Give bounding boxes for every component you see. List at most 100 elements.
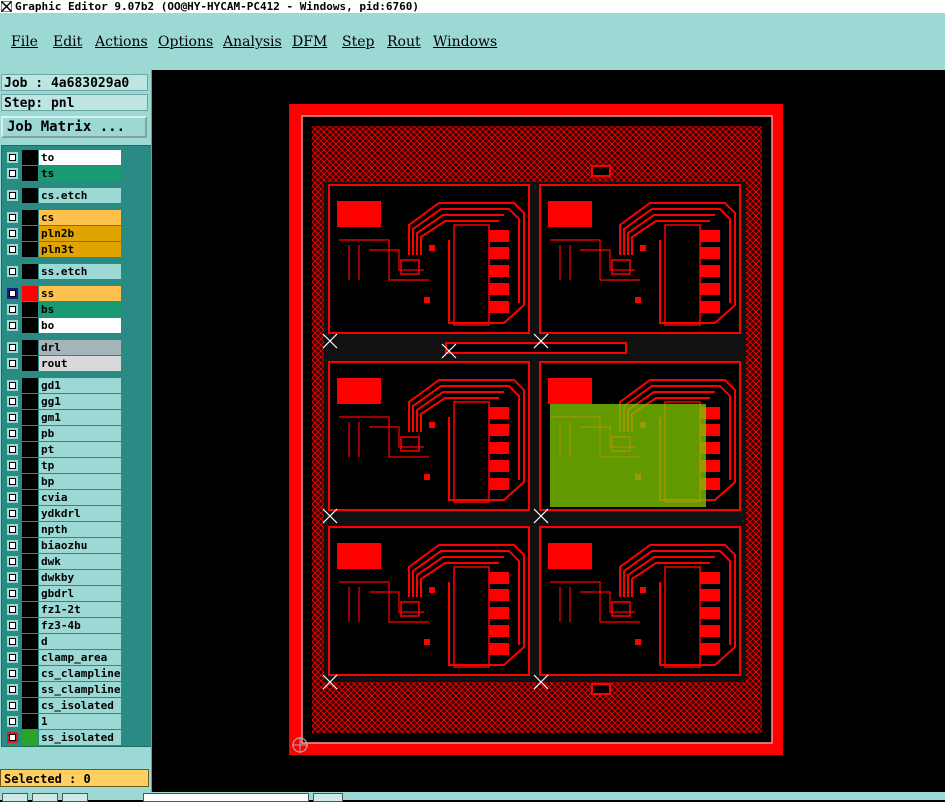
layer-checkbox[interactable] (7, 700, 18, 711)
layer-swatch[interactable] (22, 318, 38, 333)
layer-checkbox[interactable] (7, 684, 18, 695)
layer-checkbox[interactable] (7, 716, 18, 727)
layer-name[interactable]: npth (39, 522, 121, 537)
layer-name[interactable]: ss (39, 286, 121, 301)
layer-name[interactable]: ss_isolated (39, 730, 121, 745)
layer-swatch[interactable] (22, 442, 38, 457)
layer-row[interactable]: ts (5, 166, 121, 181)
menu-step[interactable]: Step (342, 34, 374, 50)
layer-swatch[interactable] (22, 458, 38, 473)
layer-swatch[interactable] (22, 166, 38, 181)
layer-row[interactable]: clamp_area (5, 650, 121, 665)
layer-checkbox[interactable] (7, 266, 18, 277)
layer-checkbox[interactable] (7, 304, 18, 315)
layer-row[interactable]: dwkby (5, 570, 121, 585)
layer-row[interactable]: rout (5, 356, 121, 371)
layer-swatch[interactable] (22, 602, 38, 617)
layer-checkbox[interactable] (7, 396, 18, 407)
layer-name[interactable]: ydkdrl (39, 506, 121, 521)
layer-swatch[interactable] (22, 242, 38, 257)
layer-checkbox[interactable] (7, 342, 18, 353)
layer-row[interactable]: pt (5, 442, 121, 457)
layer-swatch[interactable] (22, 264, 38, 279)
layer-row[interactable]: pb (5, 426, 121, 441)
layer-row[interactable]: tp (5, 458, 121, 473)
layer-checkbox[interactable] (7, 588, 18, 599)
layer-row[interactable]: ss_clampline (5, 682, 121, 697)
layer-checkbox[interactable] (7, 244, 18, 255)
layer-row[interactable]: fz3-4b (5, 618, 121, 633)
layer-swatch[interactable] (22, 714, 38, 729)
layer-swatch[interactable] (22, 302, 38, 317)
layer-swatch[interactable] (22, 650, 38, 665)
layer-swatch[interactable] (22, 666, 38, 681)
layer-row[interactable]: cs.etch (5, 188, 121, 203)
layer-name[interactable]: drl (39, 340, 121, 355)
layer-checkbox[interactable] (7, 412, 18, 423)
layer-name[interactable]: clamp_area (39, 650, 121, 665)
layer-checkbox[interactable] (7, 492, 18, 503)
layer-name[interactable]: gd1 (39, 378, 121, 393)
layer-checkbox[interactable] (7, 476, 18, 487)
menu-actions[interactable]: Actions (95, 34, 148, 50)
layer-name[interactable]: to (39, 150, 121, 165)
layer-swatch[interactable] (22, 210, 38, 225)
layer-checkbox[interactable] (7, 556, 18, 567)
layer-checkbox[interactable] (7, 152, 18, 163)
layer-row[interactable]: ss_isolated (5, 730, 121, 745)
layer-checkbox[interactable] (7, 212, 18, 223)
layer-swatch[interactable] (22, 730, 38, 745)
layer-checkbox[interactable] (7, 358, 18, 369)
menu-dfm[interactable]: DFM (292, 34, 327, 50)
job-matrix-button[interactable]: Job Matrix ... (1, 116, 147, 138)
layer-name[interactable]: gm1 (39, 410, 121, 425)
layer-swatch[interactable] (22, 286, 38, 301)
layer-row[interactable]: dwk (5, 554, 121, 569)
layer-row[interactable]: bo (5, 318, 121, 333)
layer-checkbox[interactable] (7, 508, 18, 519)
layer-swatch[interactable] (22, 378, 38, 393)
layer-checkbox[interactable] (7, 228, 18, 239)
layer-swatch[interactable] (22, 538, 38, 553)
layer-checkbox[interactable] (7, 620, 18, 631)
layer-checkbox[interactable] (7, 320, 18, 331)
layer-name[interactable]: 1 (39, 714, 121, 729)
layer-swatch[interactable] (22, 340, 38, 355)
layer-swatch[interactable] (22, 618, 38, 633)
layer-row[interactable]: gbdrl (5, 586, 121, 601)
layer-name[interactable]: fz1-2t (39, 602, 121, 617)
layer-name[interactable]: pb (39, 426, 121, 441)
layer-row[interactable]: bp (5, 474, 121, 489)
layer-row[interactable]: pln3t (5, 242, 121, 257)
layer-checkbox[interactable] (7, 190, 18, 201)
layer-row[interactable]: ydkdrl (5, 506, 121, 521)
layer-name[interactable]: bp (39, 474, 121, 489)
layer-checkbox[interactable] (7, 168, 18, 179)
layer-swatch[interactable] (22, 506, 38, 521)
layer-swatch[interactable] (22, 226, 38, 241)
layer-checkbox[interactable] (7, 572, 18, 583)
layer-checkbox[interactable] (7, 652, 18, 663)
layer-name[interactable]: pln3t (39, 242, 121, 257)
layer-row[interactable]: cvia (5, 490, 121, 505)
layer-swatch[interactable] (22, 356, 38, 371)
layer-row[interactable]: cs_clampline (5, 666, 121, 681)
layer-swatch[interactable] (22, 150, 38, 165)
layer-checkbox[interactable] (7, 604, 18, 615)
layer-name[interactable]: bs (39, 302, 121, 317)
menu-edit[interactable]: Edit (53, 34, 82, 50)
layer-swatch[interactable] (22, 490, 38, 505)
layer-row[interactable]: pln2b (5, 226, 121, 241)
layer-name[interactable]: ss_clampline (39, 682, 121, 697)
menu-rout[interactable]: Rout (387, 34, 421, 50)
layer-checkbox[interactable] (7, 288, 18, 299)
menu-file[interactable]: File (11, 34, 38, 50)
layer-row[interactable]: cs_isolated (5, 698, 121, 713)
layer-swatch[interactable] (22, 394, 38, 409)
layer-row[interactable]: cs (5, 210, 121, 225)
toolbar-button[interactable] (2, 793, 28, 802)
layer-swatch[interactable] (22, 698, 38, 713)
layer-checkbox[interactable] (7, 444, 18, 455)
layer-swatch[interactable] (22, 586, 38, 601)
layer-name[interactable]: pt (39, 442, 121, 457)
